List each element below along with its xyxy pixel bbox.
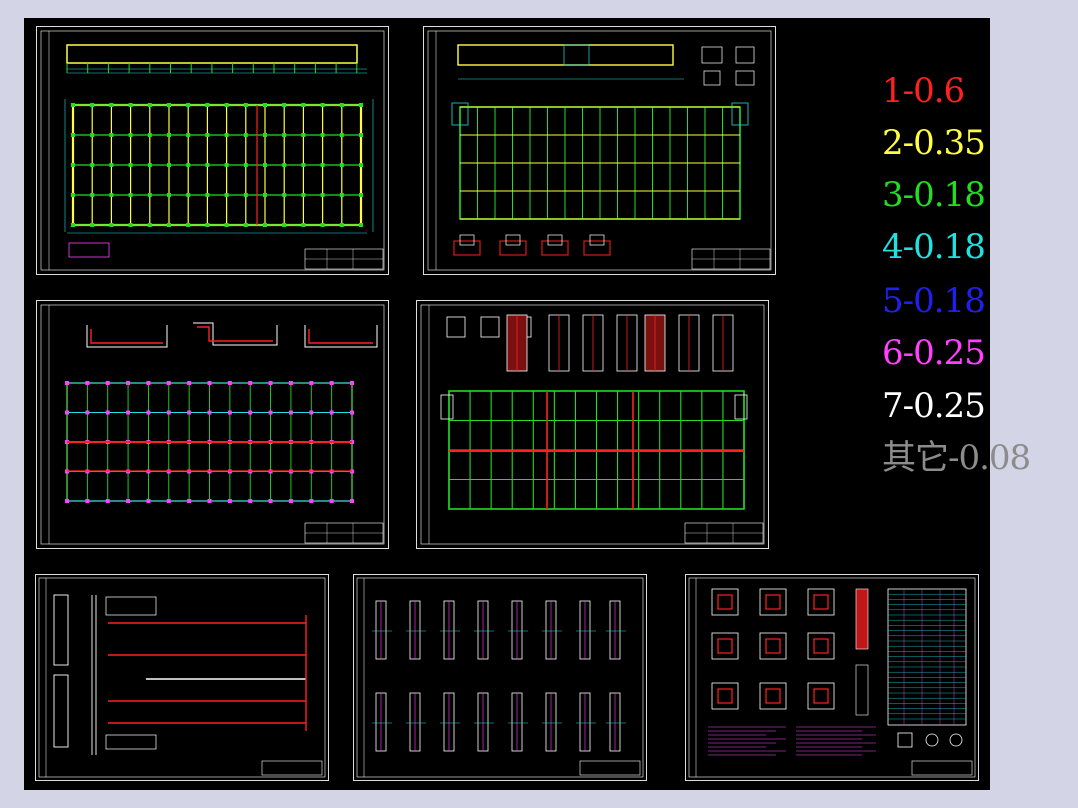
legend-item: 2-0.35 <box>882 123 986 163</box>
legend-item: 3-0.18 <box>882 175 986 215</box>
sheet-1-graphics <box>40 30 385 271</box>
sheet-4-graphics <box>420 304 765 545</box>
legend-item: 6-0.25 <box>882 333 986 373</box>
sheet-5-graphics <box>38 577 326 778</box>
sheet-2-graphics <box>427 30 772 271</box>
legend-item: 7-0.25 <box>882 386 986 426</box>
legend-item: 4-0.18 <box>882 227 986 267</box>
drawing-sheet-7[interactable] <box>685 574 979 781</box>
drawing-sheet-2[interactable] <box>423 26 776 275</box>
sheet-3-graphics <box>40 304 385 545</box>
sheet-7-graphics <box>688 577 976 778</box>
drawing-sheet-1[interactable] <box>36 26 389 275</box>
drawing-sheet-6[interactable] <box>353 574 647 781</box>
drawing-sheet-5[interactable] <box>35 574 329 781</box>
sheet-6-graphics <box>356 577 644 778</box>
legend-item: 其它-0.08 <box>882 438 1031 478</box>
drawing-sheet-3[interactable] <box>36 300 389 549</box>
legend-item: 1-0.6 <box>882 71 965 111</box>
drawing-sheet-4[interactable] <box>416 300 769 549</box>
cad-model-space[interactable]: 1-0.6 2-0.35 3-0.18 4-0.18 5-0.18 6-0.25 7-0.2… <box>24 18 1031 790</box>
legend-item: 5-0.18 <box>882 281 986 321</box>
